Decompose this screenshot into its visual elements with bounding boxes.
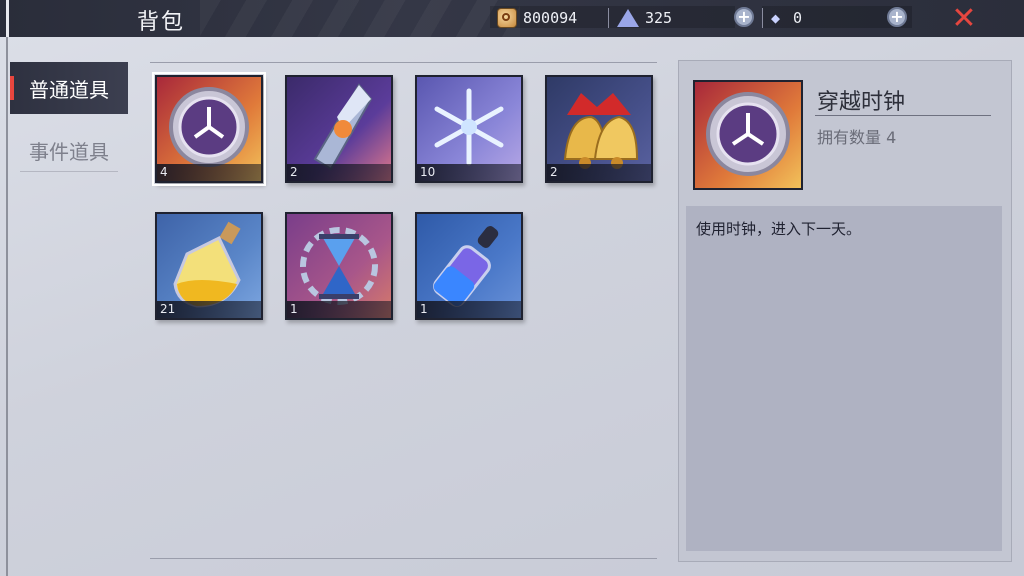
- item-count: 21: [157, 301, 261, 318]
- left-accent-bar: [6, 0, 9, 37]
- diamond-icon: ◆: [771, 9, 781, 27]
- diamond-amount: 0: [793, 9, 803, 27]
- item-count: 1: [287, 301, 391, 318]
- left-divider: [6, 37, 8, 576]
- item-owned-count: 拥有数量 4: [817, 128, 897, 147]
- gold-currency: 800094: [497, 5, 577, 31]
- item-count: 1: [417, 301, 521, 318]
- item-count: 2: [287, 164, 391, 181]
- item-count: 10: [417, 164, 521, 181]
- clock-icon: [706, 92, 790, 176]
- inventory-item[interactable]: 10: [415, 75, 523, 183]
- item-count: 2: [547, 164, 651, 181]
- inventory-item[interactable]: 1: [285, 212, 393, 320]
- crystal-icon: [617, 9, 639, 27]
- detail-item-image: [693, 80, 803, 190]
- add-crystal-button[interactable]: +: [734, 7, 754, 27]
- tab-underline: [20, 171, 118, 172]
- divider: [608, 8, 609, 28]
- grid-bottom-line: [150, 558, 657, 559]
- topbar-decoration: [200, 0, 520, 37]
- gold-amount: 800094: [523, 9, 578, 27]
- item-count: 4: [157, 164, 261, 181]
- item-name: 穿越时钟: [817, 90, 906, 115]
- inventory-item[interactable]: 1: [415, 212, 523, 320]
- tab-normal-items[interactable]: 普通道具: [10, 62, 128, 114]
- page-title: 背包: [137, 10, 186, 35]
- add-diamond-button[interactable]: +: [887, 7, 907, 27]
- item-description: 使用时钟，进入下一天。: [696, 220, 862, 238]
- diamond-currency: ◆ 0: [762, 5, 802, 31]
- tab-event-items[interactable]: 事件道具: [10, 124, 128, 176]
- divider: [762, 8, 763, 28]
- inventory-item[interactable]: 2: [285, 75, 393, 183]
- name-divider: [815, 115, 991, 116]
- close-icon[interactable]: ✕: [950, 4, 978, 34]
- gold-coin-icon: [497, 8, 517, 28]
- inventory-item[interactable]: 2: [545, 75, 653, 183]
- tab-label: 事件道具: [29, 139, 109, 164]
- grid-top-line: [150, 62, 657, 63]
- inventory-item[interactable]: 4: [152, 72, 266, 186]
- crystal-amount: 325: [645, 9, 673, 27]
- crystal-currency: 325: [608, 5, 672, 31]
- inventory-item[interactable]: 21: [155, 212, 263, 320]
- tab-label: 普通道具: [29, 77, 109, 102]
- description-box: [686, 206, 1002, 551]
